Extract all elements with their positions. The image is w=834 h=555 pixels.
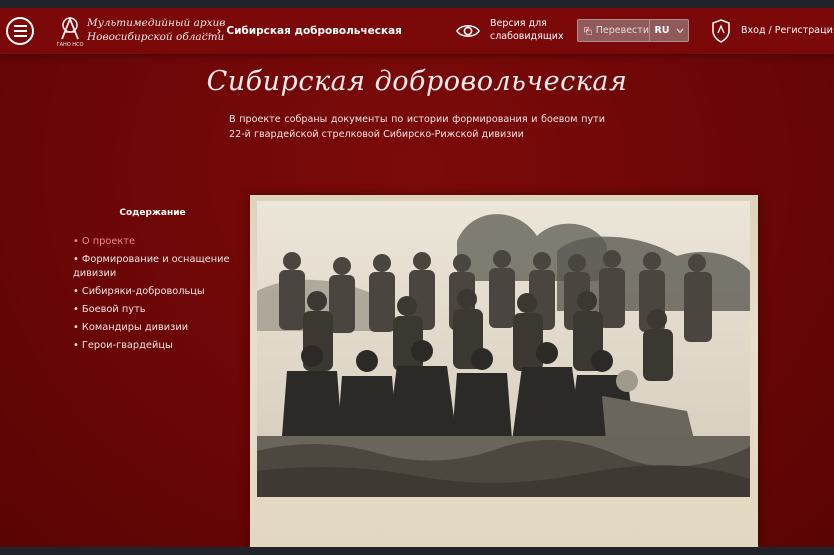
archive-logo-icon[interactable]: ГАНО НСО [56, 14, 84, 48]
site-header: ГАНО НСО Мультимедийный архив Новосибирс… [0, 8, 834, 54]
eye-icon[interactable] [456, 22, 480, 40]
toc-item-commanders[interactable]: • Командиры дивизии [73, 321, 233, 335]
language-select[interactable]: RU [650, 25, 688, 36]
breadcrumb: ... › Сибирская добровольческая [202, 24, 402, 38]
menu-icon-bar [13, 30, 27, 32]
language-value: RU [654, 25, 670, 36]
group-photo-image [257, 201, 750, 497]
translate-widget: A Перевести RU [577, 19, 689, 42]
shield-icon[interactable] [711, 19, 731, 43]
toc-item-about[interactable]: • О проекте [73, 235, 233, 249]
translate-button[interactable]: A Перевести [578, 20, 650, 41]
toc-item-volunteers[interactable]: • Сибиряки-добровольцы [73, 285, 233, 299]
toc-list: • О проекте • Формирование и оснащение д… [73, 235, 233, 357]
toc-item-combat-path[interactable]: • Боевой путь [73, 303, 233, 317]
chevron-down-icon [676, 28, 683, 33]
chevron-right-icon: › [216, 24, 222, 38]
svg-text:A: A [586, 27, 589, 32]
breadcrumb-current: Сибирская добровольческая [226, 25, 402, 37]
login-link[interactable]: Вход / Регистрация [741, 25, 834, 36]
menu-button[interactable] [6, 17, 34, 45]
bottom-strip [0, 547, 834, 555]
menu-icon-bar [13, 25, 27, 27]
top-strip [0, 0, 834, 8]
page: ГАНО НСО Мультимедийный архив Новосибирс… [0, 8, 834, 547]
translate-icon: A [584, 26, 592, 35]
page-description: В проекте собраны документы по истории ф… [229, 114, 605, 140]
low-vision-line: Версия для [490, 18, 547, 29]
low-vision-link[interactable]: Версия для слабовидящих [490, 17, 570, 43]
translate-label: Перевести [595, 25, 649, 36]
archive-photo-frame[interactable] [250, 195, 758, 547]
menu-icon-bar [13, 35, 27, 37]
toc-item-formation[interactable]: • Формирование и оснащение дивизии [73, 253, 233, 280]
group-photo[interactable] [257, 201, 750, 497]
breadcrumb-ellipsis[interactable]: ... [202, 26, 212, 37]
toc-item-heroes[interactable]: • Герои-гвардейцы [73, 339, 233, 353]
page-title: Сибирская добровольческая [206, 66, 628, 97]
logo-caption: ГАНО НСО [57, 42, 84, 48]
low-vision-line: слабовидящих [490, 31, 564, 42]
